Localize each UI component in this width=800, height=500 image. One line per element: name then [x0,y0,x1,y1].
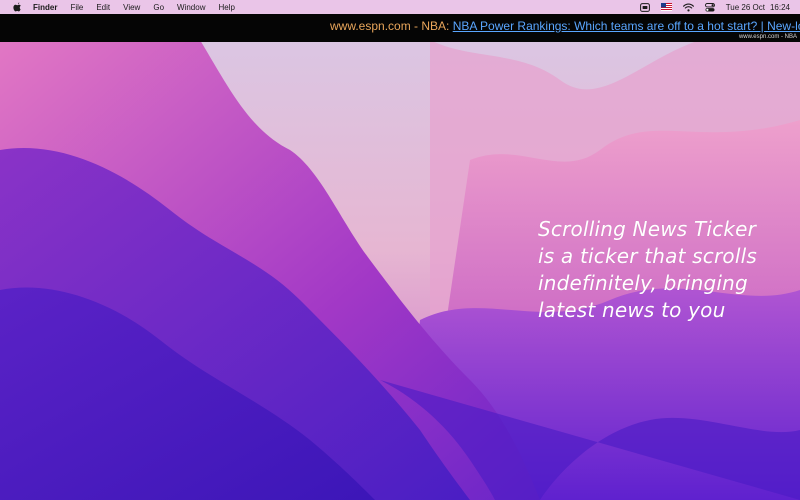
news-ticker-bar: www.espn.com - NBA: NBA Power Rankings: … [0,14,800,42]
menu-bar: Finder File Edit View Go Window Help Tue… [0,0,800,14]
promo-line-1: Scrolling News Ticker [538,217,757,241]
menu-file[interactable]: File [70,3,83,12]
menu-window[interactable]: Window [177,3,205,12]
clock-date: Tue 26 Oct [725,2,765,12]
promo-text: Scrolling News Ticker is a ticker that s… [538,216,796,324]
ticker-feed-caption: www.espn.com - NBA [738,34,797,40]
status-area: Tue 26 Oct 16:24 [639,2,790,12]
ticker-source: www.espn.com - NBA: [330,19,453,33]
desktop: Finder File Edit View Go Window Help Tue… [0,0,800,500]
ticker-app-icon[interactable] [639,2,650,12]
apple-logo-icon[interactable] [12,2,22,12]
menu-app-name[interactable]: Finder [33,3,57,12]
ticker-headline-link[interactable]: NBA Power Rankings: Which teams are off … [453,19,800,33]
promo-line-2: is a ticker that scrolls [538,244,757,268]
menu-edit[interactable]: Edit [96,3,110,12]
flag-icon[interactable] [660,2,672,12]
ticker-line: www.espn.com - NBA: NBA Power Rankings: … [330,19,800,33]
menu-help[interactable]: Help [218,3,234,12]
menubar-clock[interactable]: Tue 26 Oct 16:24 [726,3,790,12]
control-center-icon[interactable] [704,2,715,12]
menu-view[interactable]: View [123,3,140,12]
clock-time: 16:24 [769,2,790,12]
wifi-icon[interactable] [682,2,694,12]
promo-line-4: latest news to you [538,298,726,322]
promo-line-3: indefinitely, bringing [538,271,748,295]
menu-go[interactable]: Go [153,3,164,12]
